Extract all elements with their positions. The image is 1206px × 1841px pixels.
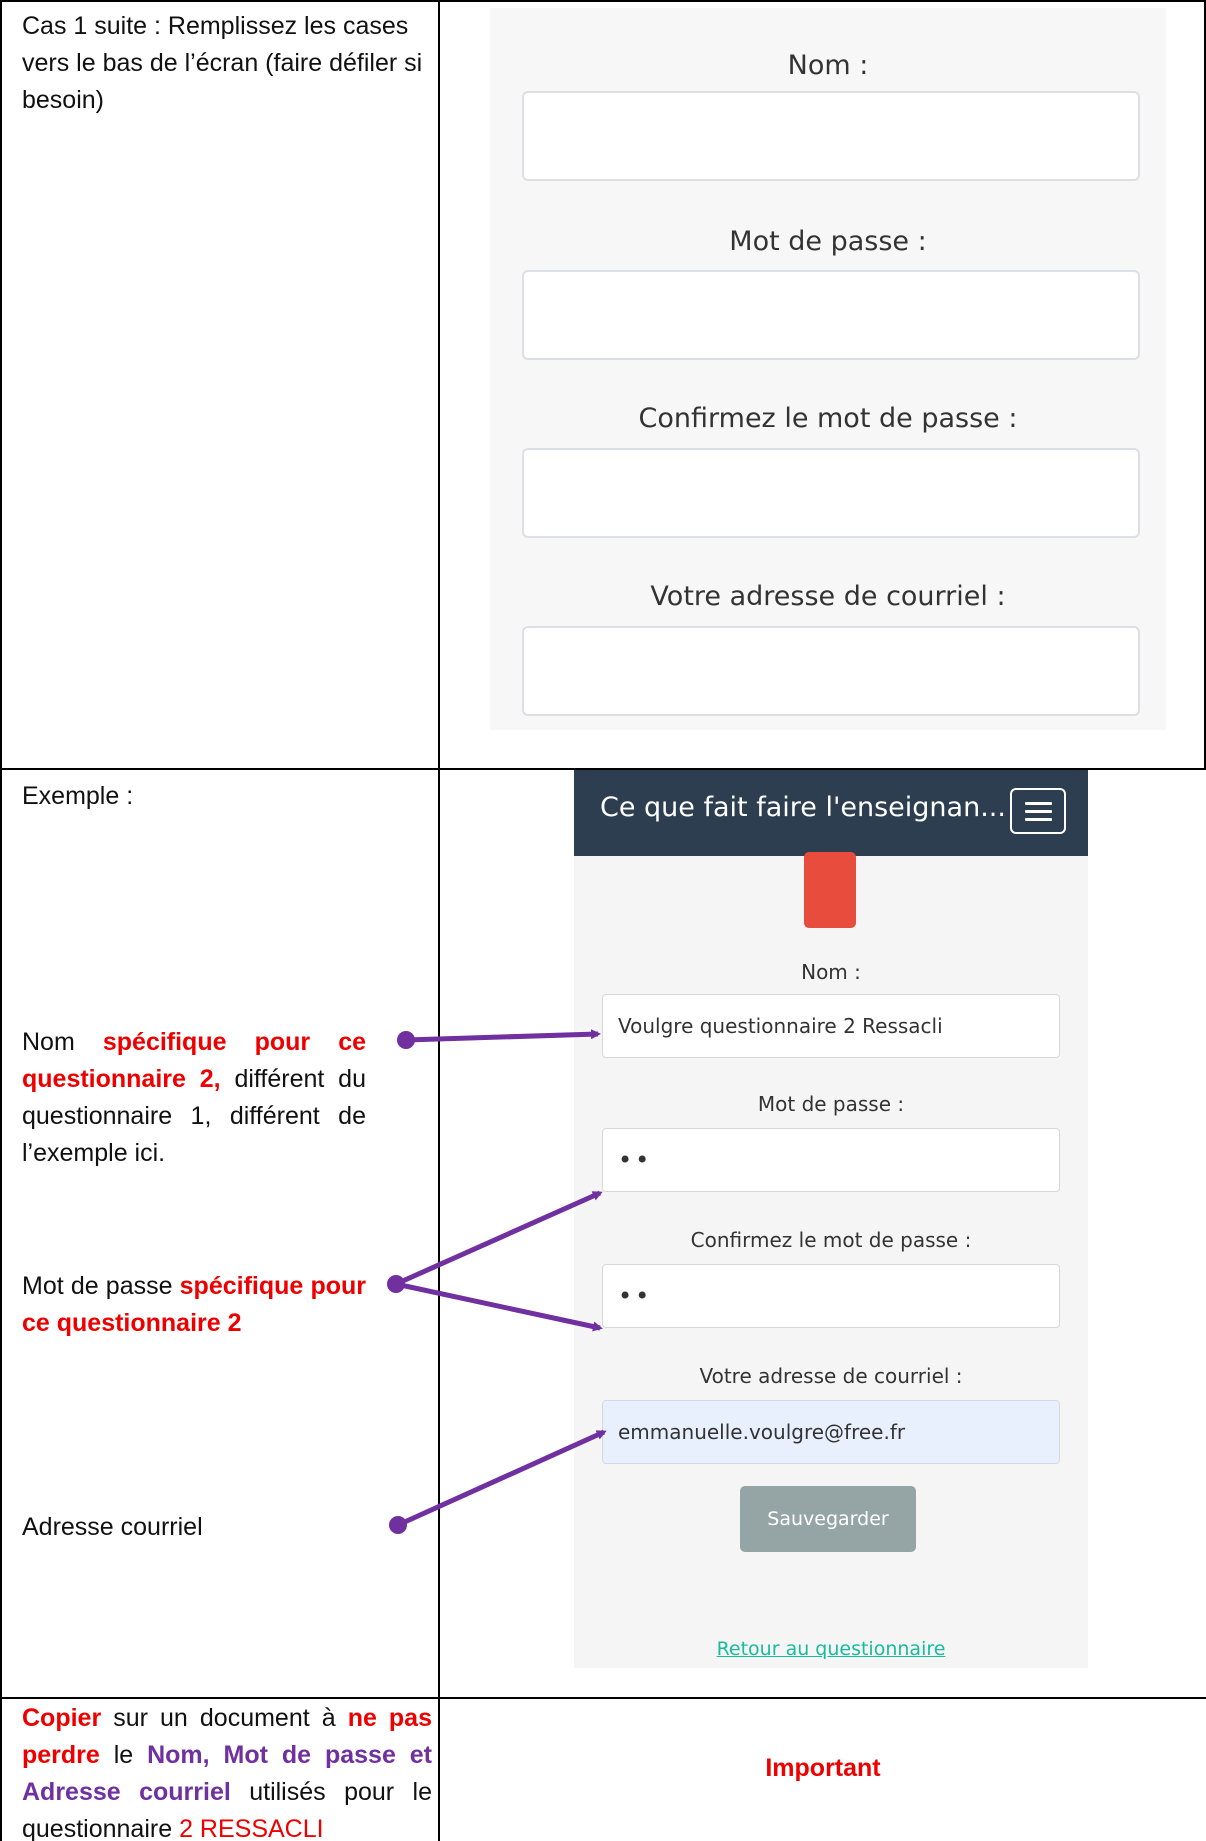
password-label: Mot de passe :	[729, 226, 927, 257]
confirm-password-label: Confirmez le mot de passe :	[638, 403, 1018, 434]
annotation-email: Adresse courriel	[22, 1513, 203, 1541]
app-password-input[interactable]: ••	[602, 1128, 1060, 1192]
copy-text-1: sur un document à	[101, 1704, 348, 1732]
table-border-left	[0, 0, 2, 1841]
annotation-nom-part1: Nom	[22, 1028, 103, 1056]
arrow-to-nom	[397, 1029, 601, 1049]
back-to-questionnaire-link[interactable]: Retour au questionnaire	[574, 1638, 1088, 1660]
app-nom-label: Nom :	[801, 960, 861, 984]
annotation-nom: Nom spécifique pour ce questionnaire 2, …	[22, 1024, 366, 1172]
form-screenshot-1: Nom : Mot de passe : Confirmez le mot de…	[490, 8, 1166, 730]
app-title: Ce que fait faire l'enseignan...	[600, 792, 1006, 823]
instruction-text: Cas 1 suite : Remplissez les cases vers …	[22, 12, 423, 114]
important-label: Important	[765, 1754, 881, 1782]
email-label: Votre adresse de courriel :	[650, 581, 1006, 612]
app-password-label: Mot de passe :	[757, 1092, 905, 1116]
app-email-input[interactable]: emmanuelle.voulgre@free.fr	[602, 1400, 1060, 1464]
save-button[interactable]: Sauvegarder	[740, 1486, 916, 1552]
app-header: Ce que fait faire l'enseignan...	[574, 770, 1088, 856]
nom-field[interactable]	[522, 91, 1140, 181]
hamburger-menu-icon[interactable]	[1010, 788, 1066, 834]
app-confirm-label: Confirmez le mot de passe :	[690, 1228, 972, 1252]
example-label: Exemple :	[22, 782, 134, 810]
email-field[interactable]	[522, 626, 1140, 716]
table-row-divider-2	[0, 1697, 1206, 1699]
confirm-password-field[interactable]	[522, 448, 1140, 538]
copy-text-2: le	[99, 1741, 148, 1769]
mobile-app-screenshot: Ce que fait faire l'enseignan... Nom : V…	[574, 770, 1088, 1668]
app-logo	[804, 852, 856, 928]
annotation-password-part1: Mot de passe	[22, 1272, 180, 1300]
password-field[interactable]	[522, 270, 1140, 360]
app-confirm-input[interactable]: ••	[602, 1264, 1060, 1328]
app-email-label: Votre adresse de courriel :	[699, 1364, 963, 1388]
table-column-divider	[438, 0, 440, 1841]
annotation-password: Mot de passe spécifique pour ce question…	[22, 1268, 366, 1342]
arrow-to-password	[387, 1190, 603, 1332]
copy-word: Copier	[22, 1704, 102, 1732]
ressacli-label: 2 RESSACLI	[179, 1815, 324, 1841]
arrow-to-email	[389, 1429, 607, 1534]
nom-label: Nom :	[787, 50, 869, 81]
app-nom-input[interactable]: Voulgre questionnaire 2 Ressacli	[602, 994, 1060, 1058]
copy-instruction: Copier sur un document à ne pas perdre l…	[22, 1700, 432, 1841]
table-border-top	[0, 0, 1206, 2]
